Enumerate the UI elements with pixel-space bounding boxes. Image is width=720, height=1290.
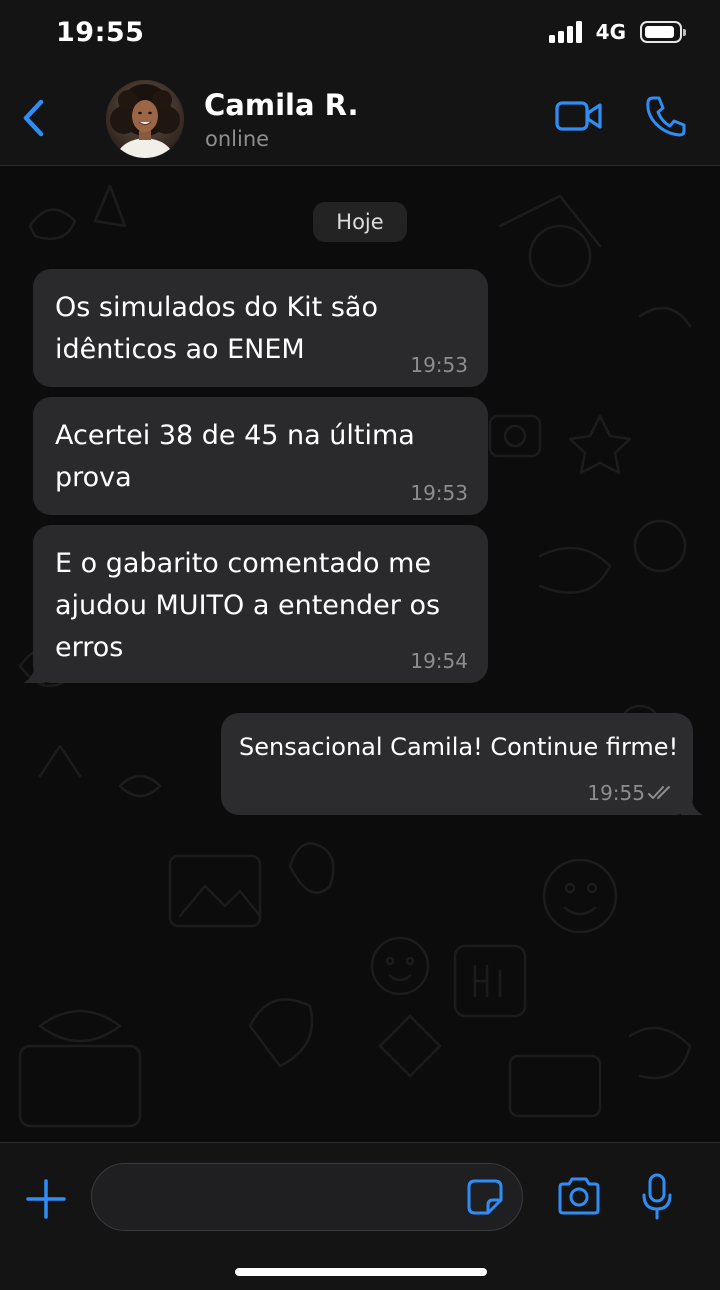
sticker-icon: [467, 1179, 503, 1215]
camera-icon: [558, 1177, 600, 1215]
bubble-tail: [23, 661, 45, 683]
chat-area[interactable]: Hoje Os simulados do Kit são idênticos a…: [0, 166, 720, 1142]
read-receipt-icon: [648, 786, 670, 799]
message-text: Sensacional Camila! Continue firme!: [239, 733, 679, 761]
status-bar: 19:55 4G: [0, 0, 720, 66]
message-bubble-incoming[interactable]: E o gabarito comentado me ajudou MUITO a…: [23, 525, 488, 683]
message-time: 19:53: [410, 481, 468, 505]
video-call-icon: [555, 101, 602, 131]
microphone-button[interactable]: [640, 1173, 674, 1221]
avatar-image: [106, 80, 184, 158]
status-indicators: 4G: [548, 20, 686, 44]
sticker-button[interactable]: [466, 1178, 504, 1216]
bubble-tail: [681, 793, 703, 815]
chat-screen: 19:55 4G Camila R. online Hoje Os simula…: [0, 0, 720, 1290]
voice-call-button[interactable]: [644, 94, 686, 138]
contact-name[interactable]: Camila R.: [204, 88, 359, 122]
message-time: 19:55: [587, 781, 645, 805]
message-time: 19:53: [410, 353, 468, 377]
back-button[interactable]: [16, 96, 50, 140]
message-bubble-incoming[interactable]: Acertei 38 de 45 na última prova 19:53: [33, 397, 488, 515]
attach-button[interactable]: [24, 1177, 68, 1221]
plus-icon: [26, 1179, 66, 1219]
message-bubble-incoming[interactable]: Os simulados do Kit são idênticos ao ENE…: [33, 269, 488, 387]
camera-button[interactable]: [556, 1175, 602, 1217]
status-time: 19:55: [56, 17, 145, 48]
chat-header: Camila R. online: [0, 66, 720, 166]
date-separator: Hoje: [313, 202, 407, 242]
message-input[interactable]: [112, 1178, 456, 1218]
avatar[interactable]: [106, 80, 184, 158]
mic-icon: [642, 1173, 672, 1220]
video-call-button[interactable]: [554, 96, 604, 136]
network-label: 4G: [595, 20, 626, 44]
phone-icon: [646, 96, 686, 137]
home-indicator[interactable]: [235, 1268, 487, 1276]
message-text: E o gabarito comentado me ajudou MUITO a…: [55, 548, 441, 663]
message-text: Acertei 38 de 45 na última prova: [55, 420, 415, 493]
message-field[interactable]: [91, 1163, 523, 1231]
message-time: 19:54: [410, 649, 468, 673]
input-bar: [0, 1142, 720, 1290]
contact-status: online: [205, 127, 270, 151]
back-icon: [23, 99, 44, 137]
signal-icon: [548, 21, 582, 43]
battery-icon: [640, 21, 686, 43]
message-bubble-outgoing[interactable]: Sensacional Camila! Continue firme! 19:5…: [221, 713, 703, 815]
message-text: Os simulados do Kit são idênticos ao ENE…: [55, 292, 378, 365]
